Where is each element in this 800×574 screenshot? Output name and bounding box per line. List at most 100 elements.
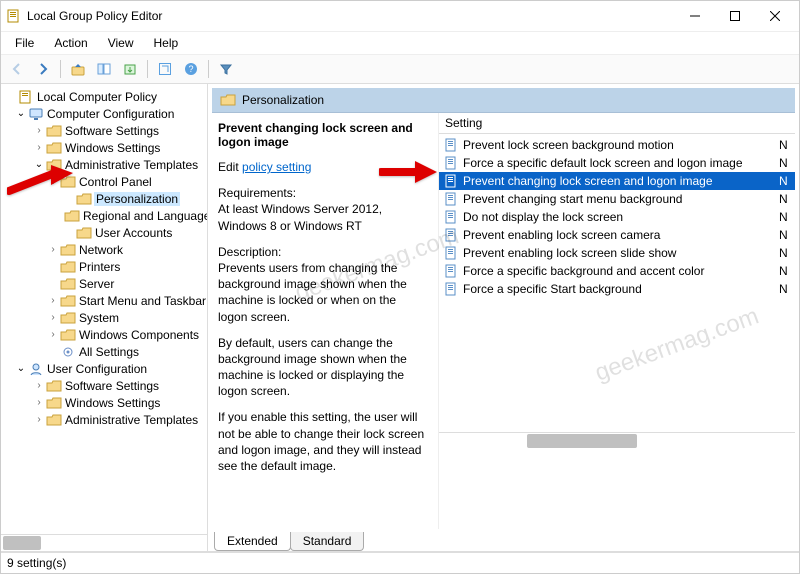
policy-icon [443, 246, 459, 260]
tab-extended[interactable]: Extended [214, 532, 291, 551]
policy-row[interactable]: Do not display the lock screenN [439, 208, 795, 226]
chevron-right-icon[interactable]: › [33, 380, 45, 392]
tree-horizontal-scrollbar[interactable] [1, 534, 207, 551]
minimize-button[interactable] [675, 2, 715, 30]
policy-row[interactable]: Prevent enabling lock screen cameraN [439, 226, 795, 244]
policy-row[interactable]: Force a specific background and accent c… [439, 262, 795, 280]
list-horizontal-scrollbar[interactable] [439, 432, 795, 449]
tree-item[interactable]: Windows Settings [64, 141, 161, 155]
policy-list[interactable]: Prevent lock screen background motionNFo… [439, 134, 795, 298]
policy-row-text: Prevent changing lock screen and logon i… [463, 174, 779, 188]
user-icon [28, 362, 44, 376]
policy-icon [443, 282, 459, 296]
policy-icon [443, 210, 459, 224]
selected-policy-title: Prevent changing lock screen and logon i… [218, 121, 428, 149]
tree-item[interactable]: Windows Settings [64, 396, 161, 410]
tree-personalization[interactable]: Personalization [94, 192, 180, 206]
folder-icon [60, 243, 76, 257]
tree-item[interactable]: Regional and Language [82, 209, 208, 223]
maximize-button[interactable] [715, 2, 755, 30]
tree-item[interactable]: Windows Components [78, 328, 200, 342]
policy-row-text: Do not display the lock screen [463, 210, 779, 224]
folder-icon [60, 260, 76, 274]
policy-row-state: N [779, 264, 791, 278]
menu-help[interactable]: Help [146, 34, 187, 52]
policy-row[interactable]: Prevent changing lock screen and logon i… [439, 172, 795, 190]
refresh-icon[interactable] [153, 57, 177, 81]
policy-row[interactable]: Force a specific Start backgroundN [439, 280, 795, 298]
menu-bar: File Action View Help [1, 32, 799, 55]
policy-icon [443, 228, 459, 242]
tree-item[interactable]: User Accounts [94, 226, 173, 240]
policy-row-state: N [779, 210, 791, 224]
tree-computer-configuration[interactable]: Computer Configuration [46, 107, 175, 121]
policy-row-text: Force a specific background and accent c… [463, 264, 779, 278]
up-level-icon[interactable] [66, 57, 90, 81]
policy-row[interactable]: Prevent changing start menu backgroundN [439, 190, 795, 208]
policy-row[interactable]: Prevent enabling lock screen slide showN [439, 244, 795, 262]
requirements-label: Requirements: [218, 186, 296, 200]
description-p2: By default, users can change the backgro… [218, 335, 428, 400]
folder-icon [220, 93, 236, 107]
chevron-right-icon[interactable]: › [33, 125, 45, 137]
window-title: Local Group Policy Editor [27, 9, 675, 23]
policy-row[interactable]: Prevent lock screen background motionN [439, 136, 795, 154]
edit-policy-link[interactable]: policy setting [242, 160, 311, 174]
toolbar: ? [1, 55, 799, 84]
folder-icon [76, 192, 92, 206]
description-label: Description: [218, 245, 281, 259]
list-header[interactable]: Setting [439, 113, 795, 134]
folder-icon [46, 141, 62, 155]
tree-item[interactable]: All Settings [78, 345, 140, 359]
tree-item[interactable]: Server [78, 277, 115, 291]
help-icon[interactable]: ? [179, 57, 203, 81]
chevron-right-icon[interactable]: › [47, 295, 59, 307]
tree-control-panel[interactable]: Control Panel [78, 175, 153, 189]
chevron-down-icon[interactable]: ⌄ [33, 159, 45, 171]
menu-file[interactable]: File [7, 34, 42, 52]
chevron-right-icon[interactable]: › [47, 312, 59, 324]
close-button[interactable] [755, 2, 795, 30]
chevron-down-icon[interactable]: ⌄ [47, 176, 59, 188]
policy-row-text: Prevent enabling lock screen slide show [463, 246, 779, 260]
forward-button-icon[interactable] [31, 57, 55, 81]
column-setting[interactable]: Setting [445, 116, 789, 130]
svg-text:?: ? [188, 64, 193, 74]
chevron-right-icon[interactable]: › [33, 397, 45, 409]
export-list-icon[interactable] [118, 57, 142, 81]
tree-pane[interactable]: Local Computer Policy ⌄ Computer Configur… [1, 84, 208, 551]
tree-item[interactable]: Software Settings [64, 124, 160, 138]
requirements-text: At least Windows Server 2012, Windows 8 … [218, 202, 382, 232]
menu-action[interactable]: Action [46, 34, 95, 52]
tree-item[interactable]: Software Settings [64, 379, 160, 393]
policy-row[interactable]: Force a specific default lock screen and… [439, 154, 795, 172]
tree-item[interactable]: Printers [78, 260, 121, 274]
tree-admin-templates[interactable]: Administrative Templates [64, 158, 199, 172]
chevron-right-icon[interactable]: › [47, 329, 59, 341]
back-button-icon [5, 57, 29, 81]
tab-standard[interactable]: Standard [290, 532, 365, 551]
chevron-right-icon[interactable]: › [33, 414, 45, 426]
filter-icon[interactable] [214, 57, 238, 81]
menu-view[interactable]: View [100, 34, 142, 52]
info-column: Prevent changing lock screen and logon i… [212, 113, 438, 529]
show-hide-tree-icon[interactable] [92, 57, 116, 81]
folder-icon [64, 209, 80, 223]
tree-item[interactable]: Start Menu and Taskbar [78, 294, 207, 308]
policy-icon [443, 192, 459, 206]
policy-row-state: N [779, 156, 791, 170]
folder-icon [60, 328, 76, 342]
policy-row-text: Force a specific default lock screen and… [463, 156, 779, 170]
chevron-right-icon[interactable]: › [33, 142, 45, 154]
folder-icon [60, 175, 76, 189]
tree-user-configuration[interactable]: User Configuration [46, 362, 148, 376]
policy-row-text: Prevent lock screen background motion [463, 138, 779, 152]
chevron-right-icon[interactable]: › [47, 244, 59, 256]
folder-icon [46, 158, 62, 172]
tree-item[interactable]: System [78, 311, 120, 325]
chevron-down-icon[interactable]: ⌄ [15, 363, 27, 375]
tree-root[interactable]: Local Computer Policy [36, 90, 158, 104]
tree-item[interactable]: Administrative Templates [64, 413, 199, 427]
tree-item[interactable]: Network [78, 243, 124, 257]
chevron-down-icon[interactable]: ⌄ [15, 108, 27, 120]
